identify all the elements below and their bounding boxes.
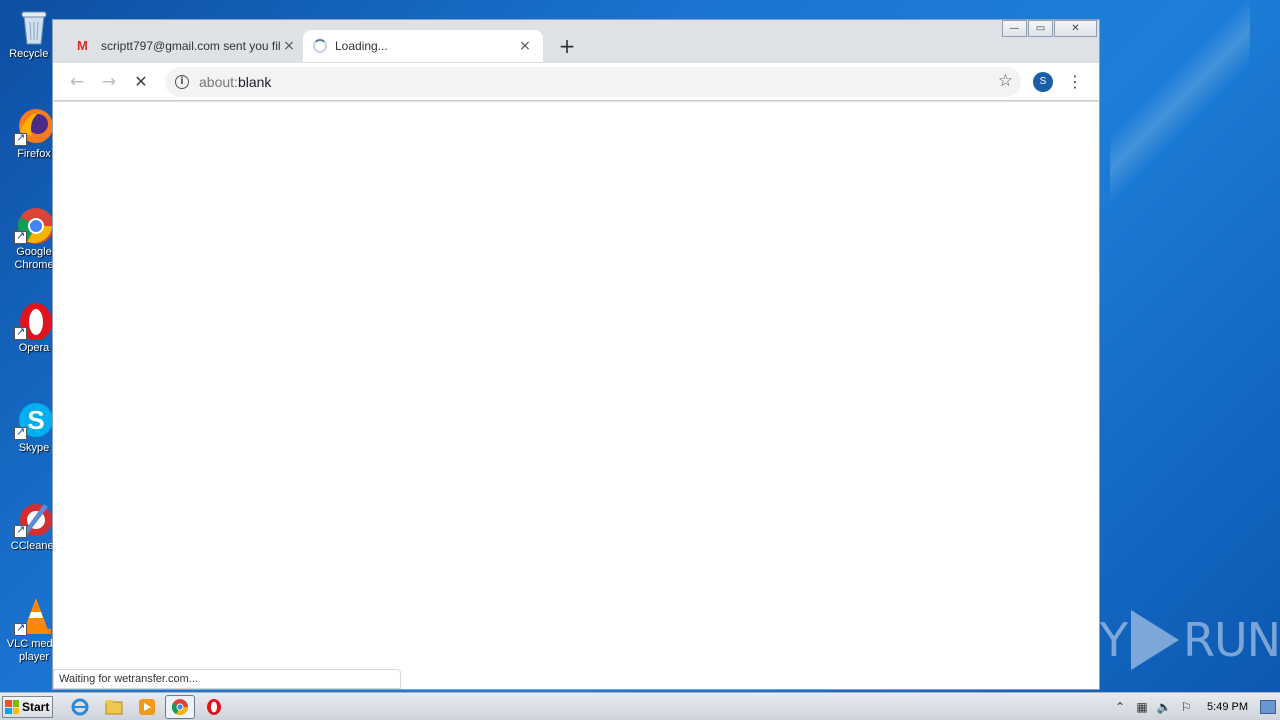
- forward-button[interactable]: →: [97, 70, 121, 94]
- shortcut-arrow-icon: [14, 425, 27, 440]
- show-hidden-icons-icon[interactable]: ⌃: [1112, 699, 1128, 715]
- stop-loading-button[interactable]: ✕: [129, 70, 153, 94]
- skype-icon: S: [14, 400, 54, 440]
- watermark-right: RUN: [1182, 613, 1280, 667]
- tab-gmail[interactable]: M scriptt797@gmail.com sent you files ×: [67, 30, 307, 62]
- firefox-icon: [14, 106, 54, 146]
- file-explorer-icon[interactable]: [104, 697, 124, 717]
- address-bar[interactable]: i about:blank ☆: [165, 67, 1021, 97]
- taskbar: Start ⌃ ▦ 🔈 ⚐ 5:49 PM: [0, 692, 1280, 720]
- clock[interactable]: 5:49 PM: [1207, 701, 1248, 713]
- play-logo-icon: [1130, 610, 1179, 670]
- opera-icon: [14, 300, 54, 341]
- tab-title: Loading...: [335, 39, 388, 53]
- bookmark-star-icon[interactable]: ☆: [998, 71, 1013, 91]
- url-path: blank: [237, 74, 272, 90]
- tab-title: scriptt797@gmail.com sent you files: [101, 39, 281, 53]
- chrome-taskbar-button[interactable]: [165, 695, 195, 719]
- shortcut-arrow-icon: [14, 131, 27, 146]
- loading-spinner-icon: [313, 39, 327, 53]
- profile-avatar[interactable]: S: [1033, 72, 1053, 92]
- chrome-icon: [14, 204, 54, 244]
- gmail-icon: M: [77, 38, 88, 53]
- page-content: [53, 102, 1099, 689]
- vlc-cone-icon: [14, 596, 54, 636]
- tab-strip: M scriptt797@gmail.com sent you files × …: [53, 28, 1099, 62]
- ccleaner-icon: [14, 498, 54, 538]
- anyrun-watermark: ANY RUN: [1036, 610, 1280, 670]
- chrome-window: — ▭ ✕ M scriptt797@gmail.com sent you fi…: [52, 19, 1100, 690]
- watermark-left: ANY: [1036, 613, 1128, 667]
- status-bubble: Waiting for wetransfer.com...: [53, 669, 401, 689]
- show-desktop-button[interactable]: [1260, 700, 1276, 714]
- browser-toolbar: ← → ✕ i about:blank ☆ S ⋮: [53, 63, 1099, 101]
- site-info-icon[interactable]: i: [175, 75, 189, 89]
- shortcut-arrow-icon: [14, 621, 27, 636]
- tab-close-icon[interactable]: ×: [517, 38, 533, 54]
- shortcut-arrow-icon: [14, 229, 27, 244]
- browser-menu-icon[interactable]: ⋮: [1065, 71, 1085, 93]
- wallpaper-streak: [1110, 0, 1250, 200]
- volume-icon[interactable]: 🔈: [1156, 699, 1172, 715]
- start-button[interactable]: Start: [2, 696, 53, 718]
- tab-close-icon[interactable]: ×: [281, 38, 297, 54]
- back-button[interactable]: ←: [65, 70, 89, 94]
- system-tray: ⌃ ▦ 🔈 ⚐ 5:49 PM: [1109, 693, 1280, 720]
- desktop-icon-area: Recycle B Firefox Google Chrome Opera S …: [0, 0, 61, 690]
- internet-explorer-icon[interactable]: [70, 697, 90, 717]
- shortcut-arrow-icon: [14, 523, 27, 538]
- windows-logo-icon: [5, 700, 19, 714]
- shortcut-arrow-icon: [14, 325, 27, 340]
- media-player-icon[interactable]: [137, 697, 157, 717]
- network-icon[interactable]: ▦: [1134, 699, 1150, 715]
- recycle-bin-icon: [14, 6, 54, 46]
- action-center-flag-icon[interactable]: ⚐: [1178, 699, 1194, 715]
- url-scheme: about:: [199, 74, 238, 90]
- svg-text:S: S: [27, 405, 44, 435]
- tab-loading[interactable]: Loading... ×: [303, 30, 543, 62]
- url-text: about:blank: [199, 74, 271, 90]
- start-label: Start: [22, 700, 50, 714]
- new-tab-button[interactable]: +: [553, 32, 581, 60]
- opera-taskbar-icon[interactable]: [204, 697, 224, 717]
